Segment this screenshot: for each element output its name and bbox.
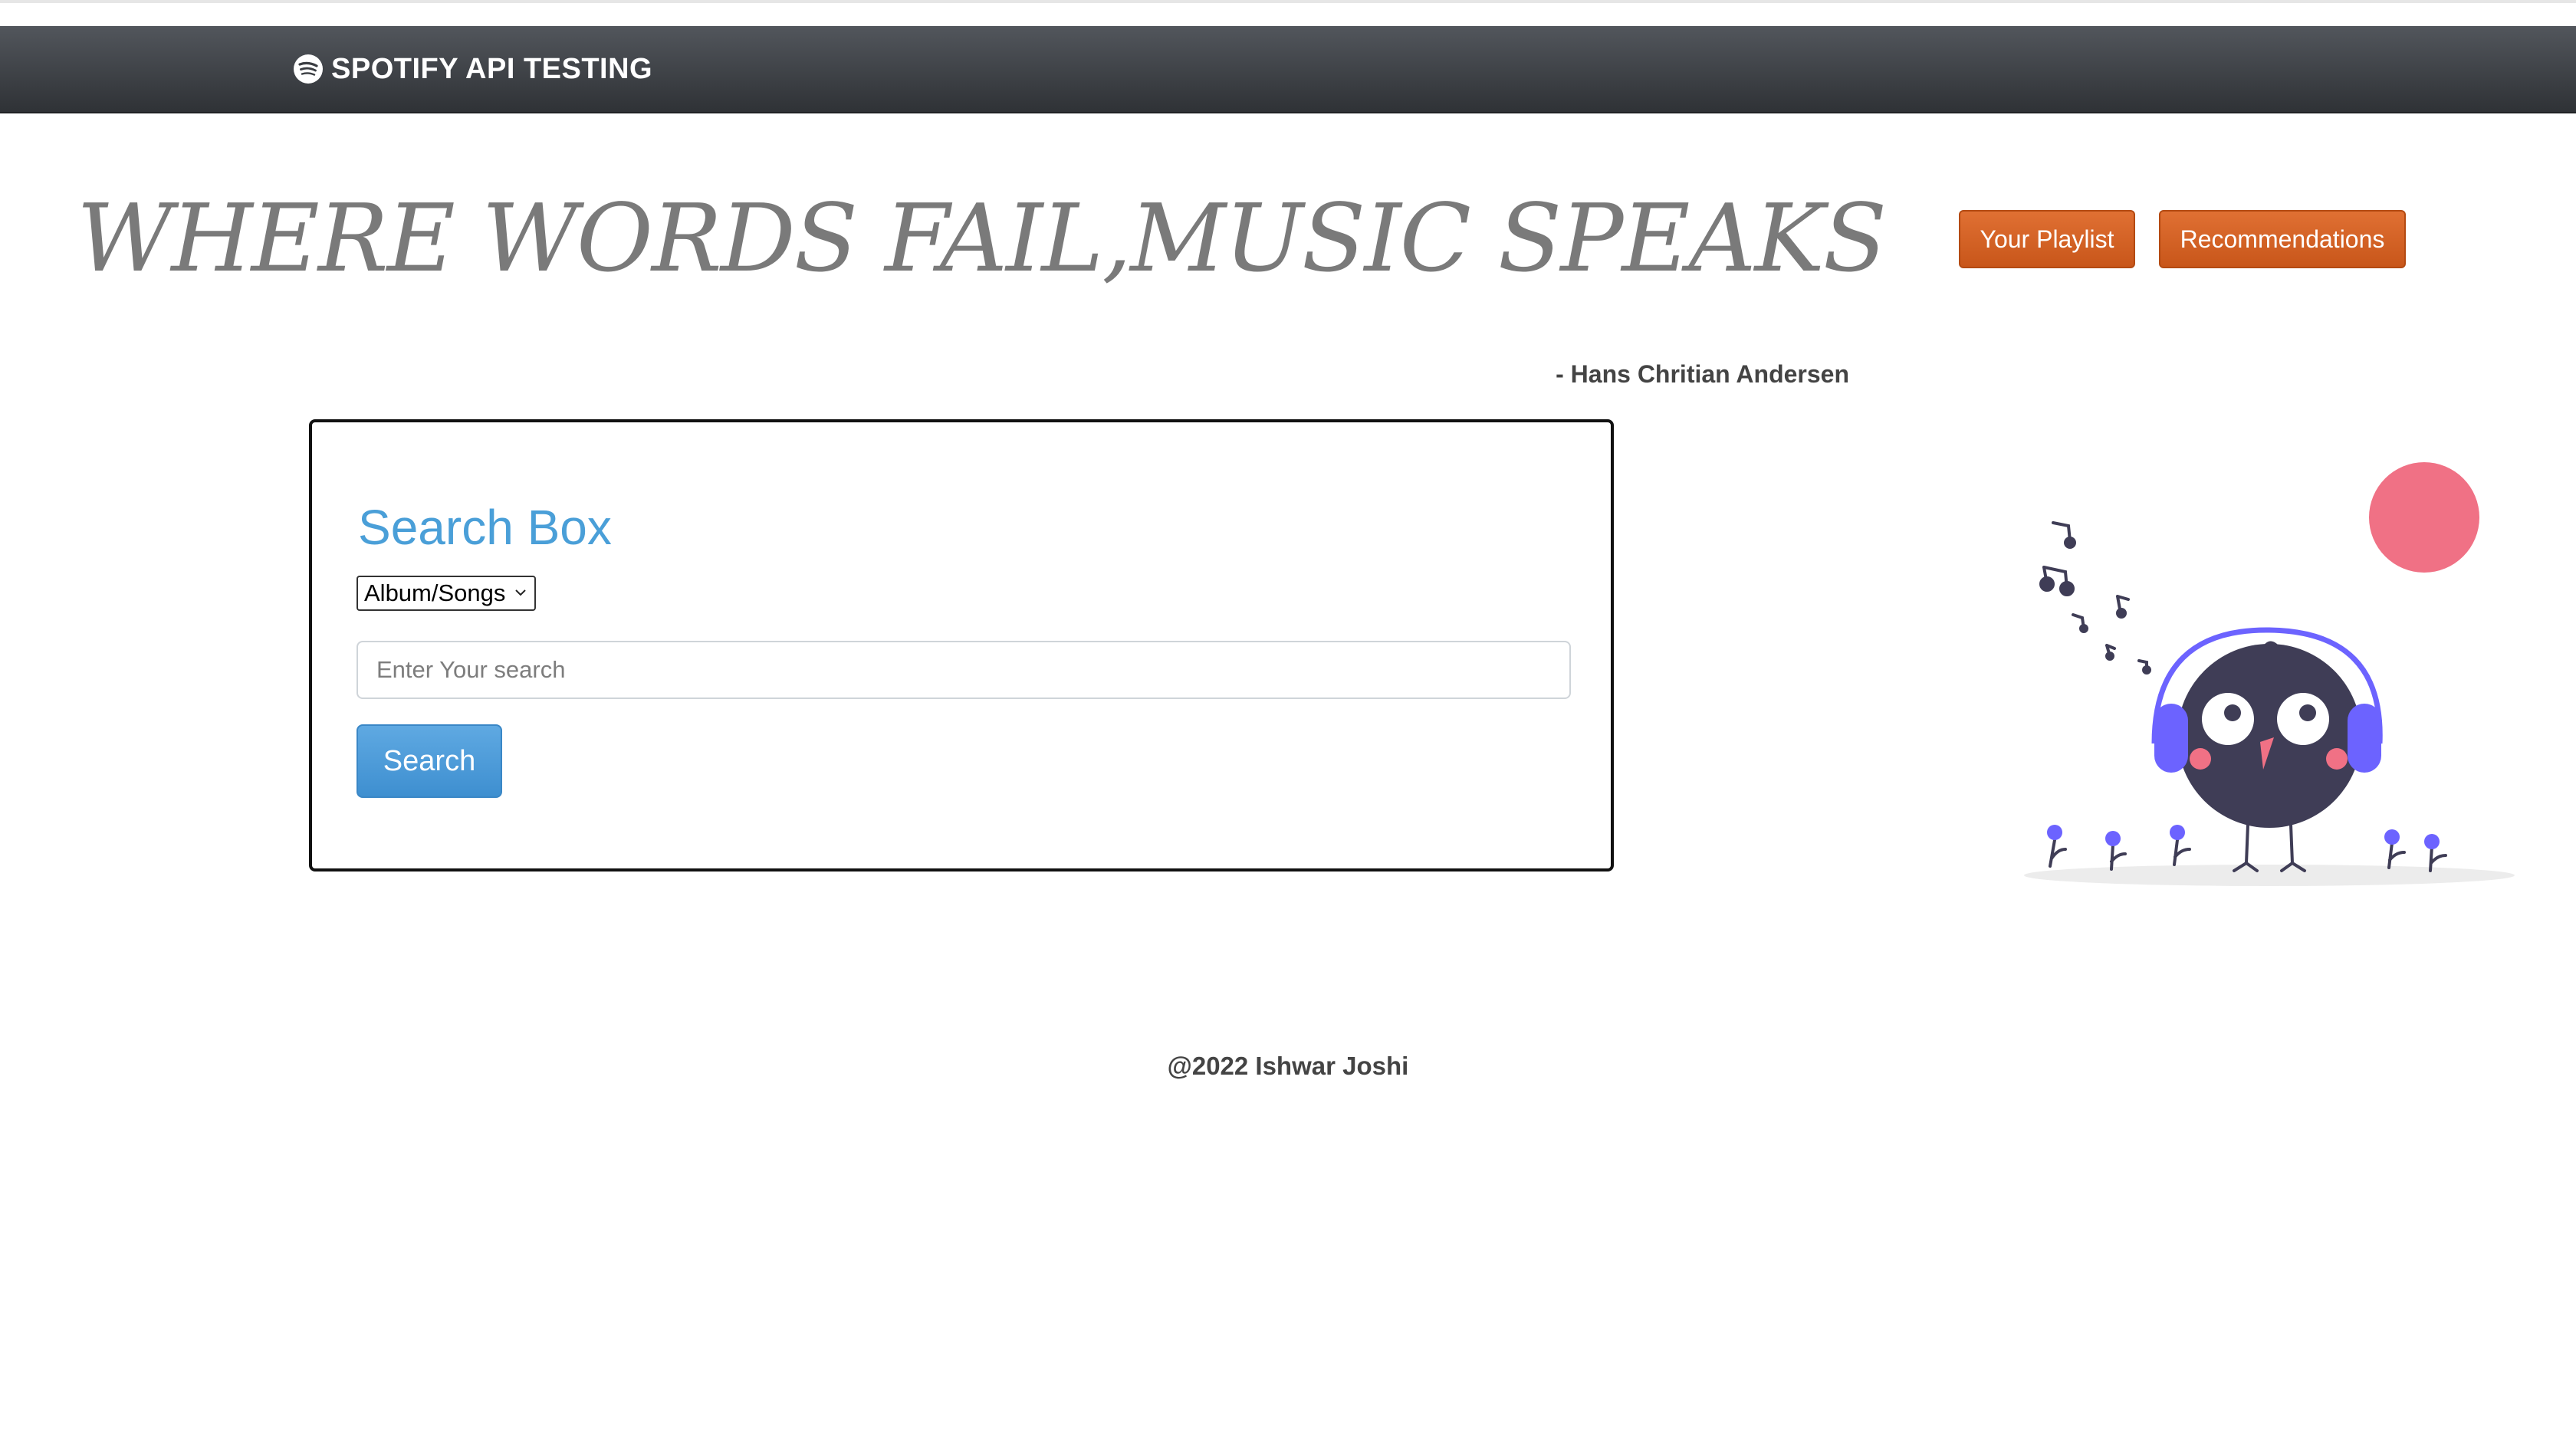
- quote-author: - Hans Chritian Andersen: [1556, 360, 1849, 388]
- music-bird-illustration: [2024, 462, 2515, 886]
- recommendations-button[interactable]: Recommendations: [2159, 210, 2406, 268]
- brand-label: SPOTIFY API TESTING: [331, 52, 653, 85]
- search-type-select[interactable]: Album/Songs: [356, 576, 536, 611]
- spotify-icon: [294, 54, 323, 84]
- chevron-down-icon: [515, 589, 526, 596]
- ground-shadow: [2024, 865, 2515, 886]
- hero-quote: WHERE WORDS FAIL,MUSIC SPEAKS: [77, 184, 1887, 293]
- bird-body: [2177, 644, 2361, 828]
- top-border: [0, 0, 2576, 3]
- search-type-value: Album/Songs: [364, 579, 506, 606]
- footer-copyright: @2022 Ishwar Joshi: [1167, 1052, 1409, 1080]
- your-playlist-button[interactable]: Your Playlist: [1959, 210, 2135, 268]
- navbar: SPOTIFY API TESTING: [0, 26, 2576, 113]
- music-notes-icon: [2039, 521, 2151, 675]
- pink-sun: [2369, 462, 2479, 573]
- search-button[interactable]: Search: [356, 724, 502, 798]
- search-card: Search Box Album/Songs Search: [309, 419, 1614, 871]
- search-input[interactable]: [356, 641, 1571, 699]
- page: SPOTIFY API TESTING WHERE WORDS FAIL,MUS…: [0, 0, 2576, 1441]
- search-box-title: Search Box: [358, 500, 612, 555]
- navbar-brand[interactable]: SPOTIFY API TESTING: [293, 26, 652, 112]
